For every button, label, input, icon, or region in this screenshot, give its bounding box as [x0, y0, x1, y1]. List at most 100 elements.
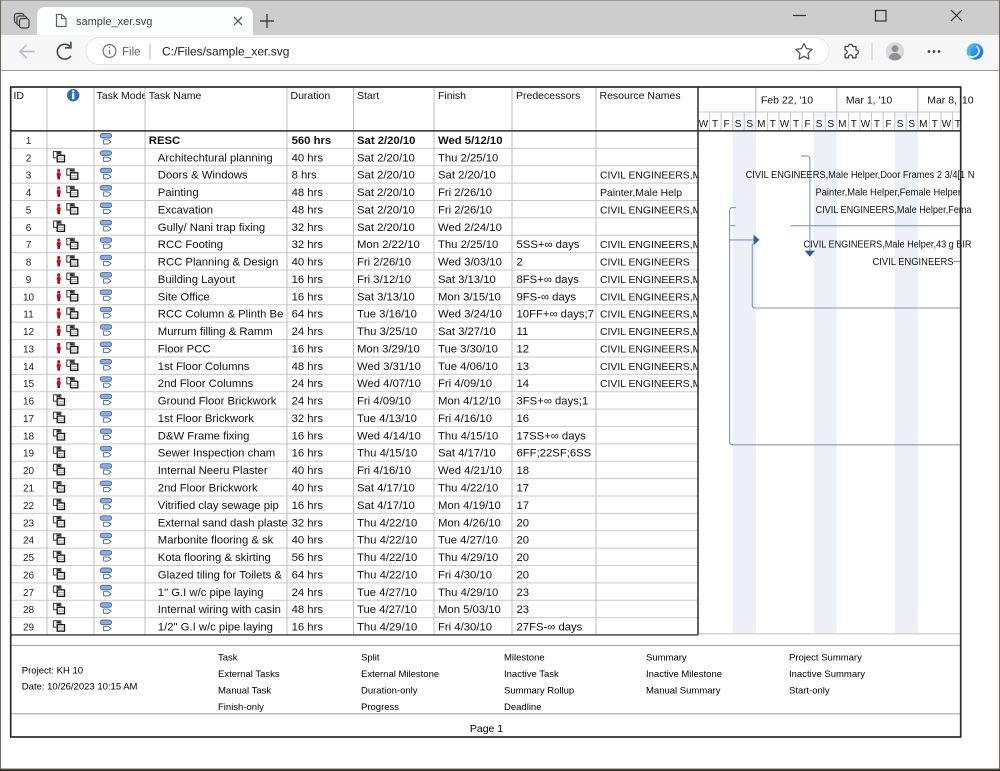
svg-text:Fri 4/09/10: Fri 4/09/10 — [357, 396, 411, 408]
svg-text:Sat 4/17/10: Sat 4/17/10 — [438, 448, 496, 460]
svg-text:21: 21 — [23, 483, 35, 494]
svg-text:Mar 1, '10: Mar 1, '10 — [846, 95, 893, 107]
svg-text:10: 10 — [23, 292, 35, 303]
svg-text:Predecessors: Predecessors — [516, 90, 580, 102]
svg-text:F: F — [886, 119, 892, 130]
svg-text:6: 6 — [26, 223, 32, 234]
svg-text:48 hrs: 48 hrs — [292, 361, 324, 373]
svg-text:24 hrs: 24 hrs — [292, 396, 324, 408]
svg-text:RCC Column & Plinth Be: RCC Column & Plinth Be — [158, 309, 284, 321]
svg-text:9FS-∞ days: 9FS-∞ days — [517, 291, 577, 303]
svg-text:Thu 4/29/10: Thu 4/29/10 — [357, 622, 417, 634]
svg-text:7: 7 — [26, 240, 32, 251]
svg-text:CIVIL ENGINEERS,Mal: CIVIL ENGINEERS,Mal — [600, 292, 709, 303]
svg-text:Sewer Inspection cham: Sewer Inspection cham — [158, 448, 275, 460]
svg-text:Sat 2/20/10: Sat 2/20/10 — [357, 170, 415, 182]
svg-text:Doors & Windows: Doors & Windows — [158, 170, 248, 182]
svg-text:Tue 4/13/10: Tue 4/13/10 — [357, 413, 417, 425]
svg-text:Project Summary: Project Summary — [789, 653, 862, 664]
svg-text:CIVIL ENGINEERS,Mal: CIVIL ENGINEERS,Mal — [600, 205, 709, 216]
svg-text:32 hrs: 32 hrs — [292, 222, 324, 234]
svg-text:Fri 2/26/10: Fri 2/26/10 — [357, 257, 411, 269]
svg-text:RCC Planning & Design: RCC Planning & Design — [158, 257, 279, 269]
svg-text:Thu 4/22/10: Thu 4/22/10 — [357, 552, 417, 564]
svg-text:Thu 2/25/10: Thu 2/25/10 — [438, 152, 498, 164]
svg-text:17: 17 — [517, 482, 530, 494]
svg-text:Manual Task: Manual Task — [218, 685, 271, 696]
svg-text:24 hrs: 24 hrs — [292, 378, 324, 390]
svg-text:Mon 4/12/10: Mon 4/12/10 — [438, 396, 501, 408]
svg-text:25: 25 — [23, 553, 35, 564]
svg-text:Start-only: Start-only — [789, 685, 830, 696]
svg-text:16 hrs: 16 hrs — [292, 274, 324, 286]
svg-text:1" G.I w/c pipe laying: 1" G.I w/c pipe laying — [158, 587, 264, 599]
svg-text:Wed 4/07/10: Wed 4/07/10 — [357, 378, 421, 390]
svg-text:D&W Frame fixing: D&W Frame fixing — [158, 430, 250, 442]
svg-text:Inactive Summary: Inactive Summary — [789, 669, 865, 680]
svg-text:Thu 3/25/10: Thu 3/25/10 — [357, 326, 417, 338]
svg-text:Excavation: Excavation — [158, 204, 213, 216]
svg-text:23: 23 — [517, 604, 530, 616]
svg-text:23: 23 — [517, 587, 530, 599]
svg-text:W: W — [861, 119, 871, 130]
svg-text:27FS-∞ days: 27FS-∞ days — [517, 622, 583, 634]
svg-text:Duration-only: Duration-only — [361, 685, 418, 696]
svg-text:File: File — [122, 47, 141, 59]
svg-text:Progress: Progress — [361, 702, 399, 713]
svg-text:Tue 4/27/10: Tue 4/27/10 — [438, 535, 498, 547]
svg-text:Inactive Milestone: Inactive Milestone — [646, 669, 722, 680]
svg-text:T: T — [932, 119, 938, 130]
svg-text:2nd Floor Brickwork: 2nd Floor Brickwork — [158, 482, 258, 494]
svg-text:Finish-only: Finish-only — [218, 702, 264, 713]
svg-text:Summary: Summary — [646, 653, 687, 664]
svg-text:18: 18 — [23, 431, 35, 442]
svg-text:ID: ID — [14, 90, 25, 102]
svg-text:CIVIL ENGINEERS,Mal: CIVIL ENGINEERS,Mal — [600, 240, 709, 251]
svg-text:Internal Neeru Plaster: Internal Neeru Plaster — [158, 465, 268, 477]
svg-text:4: 4 — [26, 188, 32, 199]
svg-text:Sat 4/17/10: Sat 4/17/10 — [357, 482, 415, 494]
svg-text:CIVIL ENGINEERS,Male Helper,Fe: CIVIL ENGINEERS,Male Helper,Fema — [816, 205, 972, 216]
svg-text:Task: Task — [218, 653, 238, 664]
svg-text:Tue 4/27/10: Tue 4/27/10 — [357, 604, 417, 616]
svg-text:32 hrs: 32 hrs — [292, 239, 324, 251]
svg-text:Wed 5/12/10: Wed 5/12/10 — [438, 135, 502, 147]
svg-text:8 hrs: 8 hrs — [292, 170, 317, 182]
svg-text:1st Floor Brickwork: 1st Floor Brickwork — [158, 413, 254, 425]
svg-text:CIVIL ENGINEERS: CIVIL ENGINEERS — [600, 258, 690, 269]
svg-text:16 hrs: 16 hrs — [292, 448, 324, 460]
svg-text:64 hrs: 64 hrs — [292, 569, 324, 581]
svg-text:6FF;22SF;6SS: 6FF;22SF;6SS — [517, 448, 592, 460]
svg-text:T: T — [712, 119, 718, 130]
svg-text:Resource Names: Resource Names — [600, 90, 681, 102]
svg-text:Architechtural planning: Architechtural planning — [158, 152, 273, 164]
svg-text:19: 19 — [23, 449, 35, 460]
svg-text:Tue 4/06/10: Tue 4/06/10 — [438, 361, 498, 373]
svg-text:64 hrs: 64 hrs — [292, 309, 324, 321]
svg-text:Wed 4/21/10: Wed 4/21/10 — [438, 465, 502, 477]
svg-text:10FF+∞ days;7: 10FF+∞ days;7 — [517, 309, 594, 321]
svg-text:Sat 3/13/10: Sat 3/13/10 — [438, 274, 496, 286]
svg-text:S: S — [816, 119, 823, 130]
svg-text:Building Layout: Building Layout — [158, 274, 236, 286]
svg-text:Wed 2/24/10: Wed 2/24/10 — [438, 222, 502, 234]
svg-text:40 hrs: 40 hrs — [292, 257, 324, 269]
svg-text:Feb 22, '10: Feb 22, '10 — [761, 95, 813, 107]
svg-text:Fri 2/26/10: Fri 2/26/10 — [438, 187, 492, 199]
svg-text:16 hrs: 16 hrs — [292, 622, 324, 634]
svg-text:24 hrs: 24 hrs — [292, 326, 324, 338]
svg-text:2nd Floor Columns: 2nd Floor Columns — [158, 378, 254, 390]
svg-text:Fri 2/26/10: Fri 2/26/10 — [438, 204, 492, 216]
svg-text:CIVIL ENGINEERS,Mal: CIVIL ENGINEERS,Mal — [600, 362, 709, 373]
svg-text:Site Office: Site Office — [158, 291, 210, 303]
svg-text:Fri 4/09/10: Fri 4/09/10 — [438, 378, 492, 390]
svg-text:T: T — [874, 119, 880, 130]
svg-text:Split: Split — [361, 653, 380, 664]
svg-text:Wed 3/31/10: Wed 3/31/10 — [357, 361, 421, 373]
svg-text:Date: 10/26/2023 10:15 AM: Date: 10/26/2023 10:15 AM — [22, 681, 138, 692]
svg-text:Murrum filling & Ramm: Murrum filling & Ramm — [158, 326, 273, 338]
svg-text:Wed 4/14/10: Wed 4/14/10 — [357, 430, 421, 442]
svg-text:11: 11 — [23, 310, 34, 321]
svg-text:Mon 4/26/10: Mon 4/26/10 — [438, 517, 501, 529]
svg-text:W: W — [699, 119, 709, 130]
